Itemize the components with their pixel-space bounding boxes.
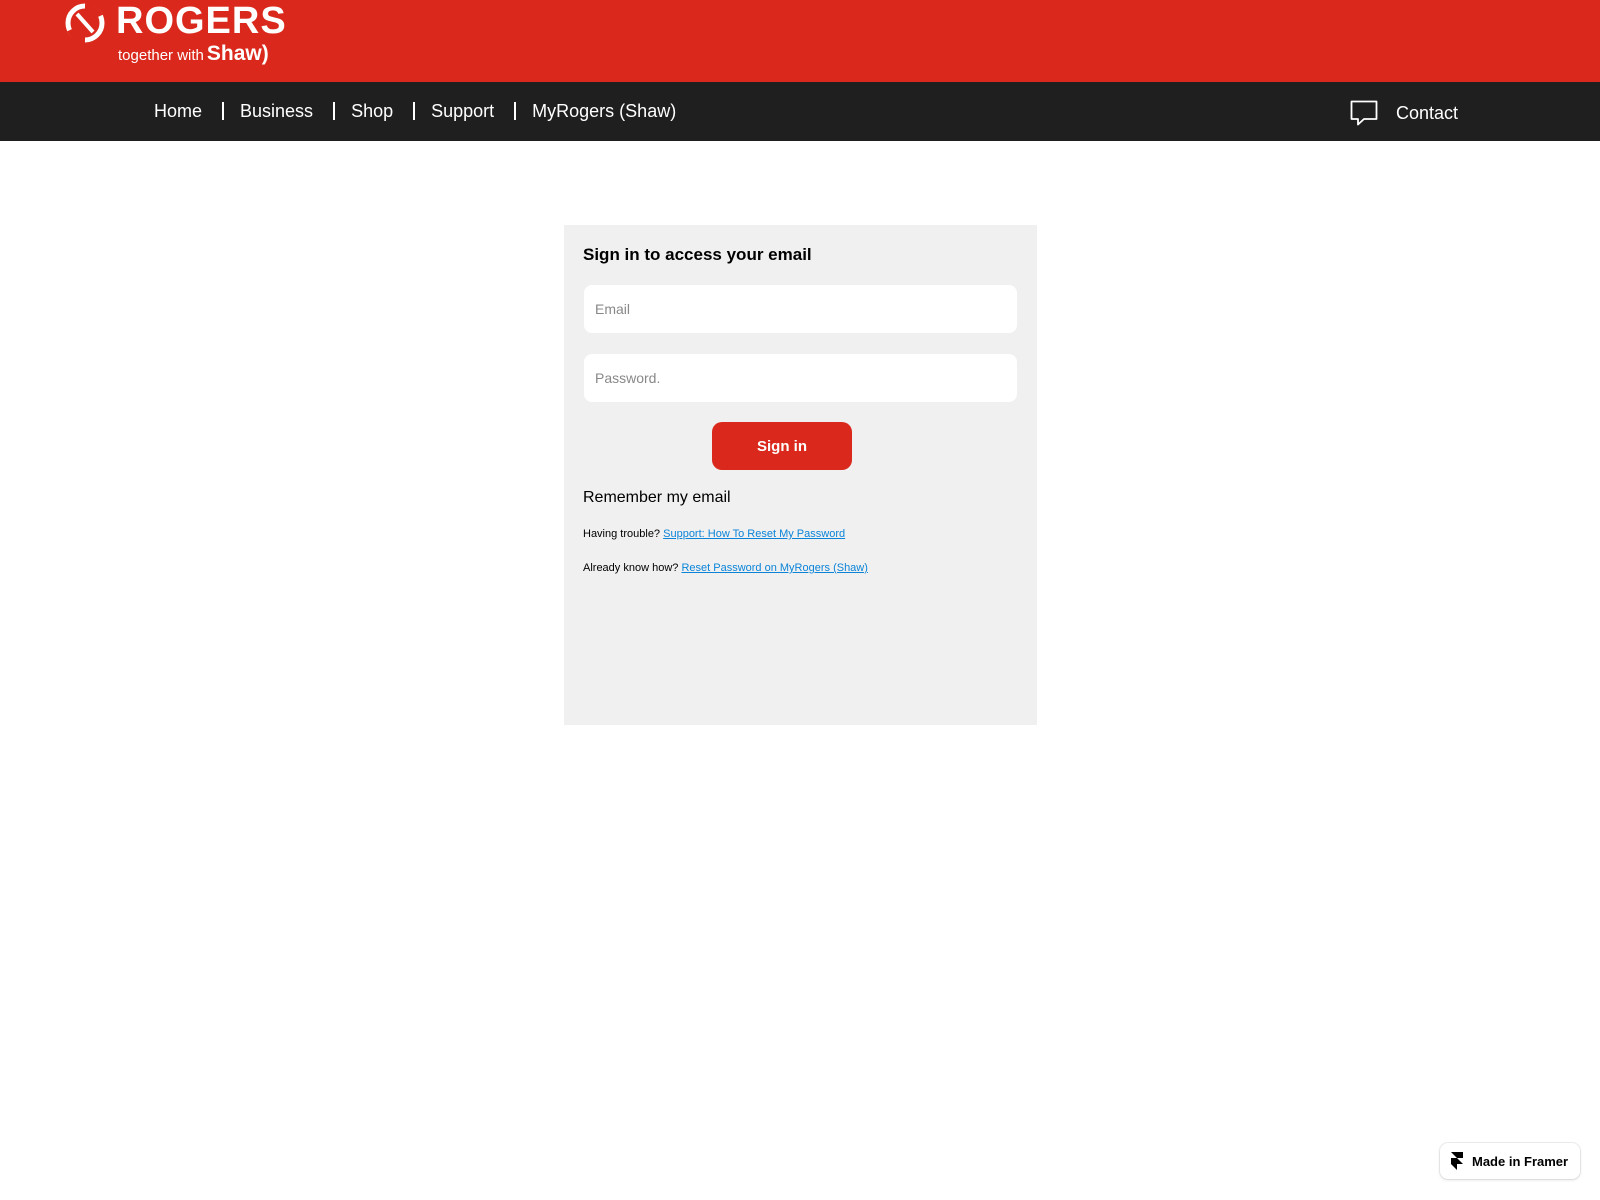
nav-item-home[interactable]: Home	[154, 101, 202, 122]
sign-in-button[interactable]: Sign in	[712, 422, 852, 470]
know-help-line: Already know how? Reset Password on MyRo…	[583, 562, 868, 574]
nav-item-business[interactable]: Business	[240, 101, 313, 122]
contact-link[interactable]: Contact	[1350, 82, 1458, 141]
signin-title: Sign in to access your email	[583, 245, 812, 264]
header-bar: ROGERS together with Shaw)	[0, 0, 1600, 82]
partner-suffix: )	[261, 42, 269, 65]
framer-icon	[1451, 1152, 1463, 1170]
know-text: Already know how?	[583, 562, 679, 574]
contact-label: Contact	[1396, 103, 1459, 123]
reset-password-support-link[interactable]: Support: How To Reset My Password	[663, 528, 845, 540]
nav-divider	[222, 101, 225, 120]
tagline-text: together with	[118, 47, 204, 64]
nav-links: Home Business Shop Support MyRogers (Sha…	[154, 82, 676, 141]
remember-email-toggle[interactable]: Remember my email	[583, 489, 731, 507]
nav-item-support[interactable]: Support	[431, 101, 494, 122]
password-field[interactable]	[584, 354, 1017, 402]
rogers-swirl-icon	[65, 3, 105, 43]
rogers-logo[interactable]: ROGERS together with Shaw)	[64, 0, 294, 70]
nav-item-myrogers[interactable]: MyRogers (Shaw)	[532, 101, 676, 122]
framer-badge-label: Made in Framer	[1472, 1153, 1569, 1169]
nav-divider	[514, 101, 517, 120]
email-field[interactable]	[584, 285, 1017, 333]
nav-divider	[413, 101, 416, 120]
reset-password-myrogers-link[interactable]: Reset Password on MyRogers (Shaw)	[681, 562, 867, 574]
made-in-framer-badge[interactable]: Made in Framer	[1440, 1143, 1580, 1179]
main-nav: Home Business Shop Support MyRogers (Sha…	[0, 82, 1600, 141]
nav-item-shop[interactable]: Shop	[351, 101, 393, 122]
chat-bubble-icon	[1350, 100, 1378, 125]
trouble-help-line: Having trouble? Support: How To Reset My…	[583, 528, 845, 540]
signin-card: Sign in to access your email Sign in Rem…	[564, 225, 1037, 725]
brand-tagline: together with Shaw)	[118, 42, 269, 68]
trouble-text: Having trouble?	[583, 528, 661, 540]
brand-name: ROGERS	[116, 0, 287, 42]
nav-divider	[333, 101, 336, 120]
partner-name: Shaw	[206, 42, 262, 65]
